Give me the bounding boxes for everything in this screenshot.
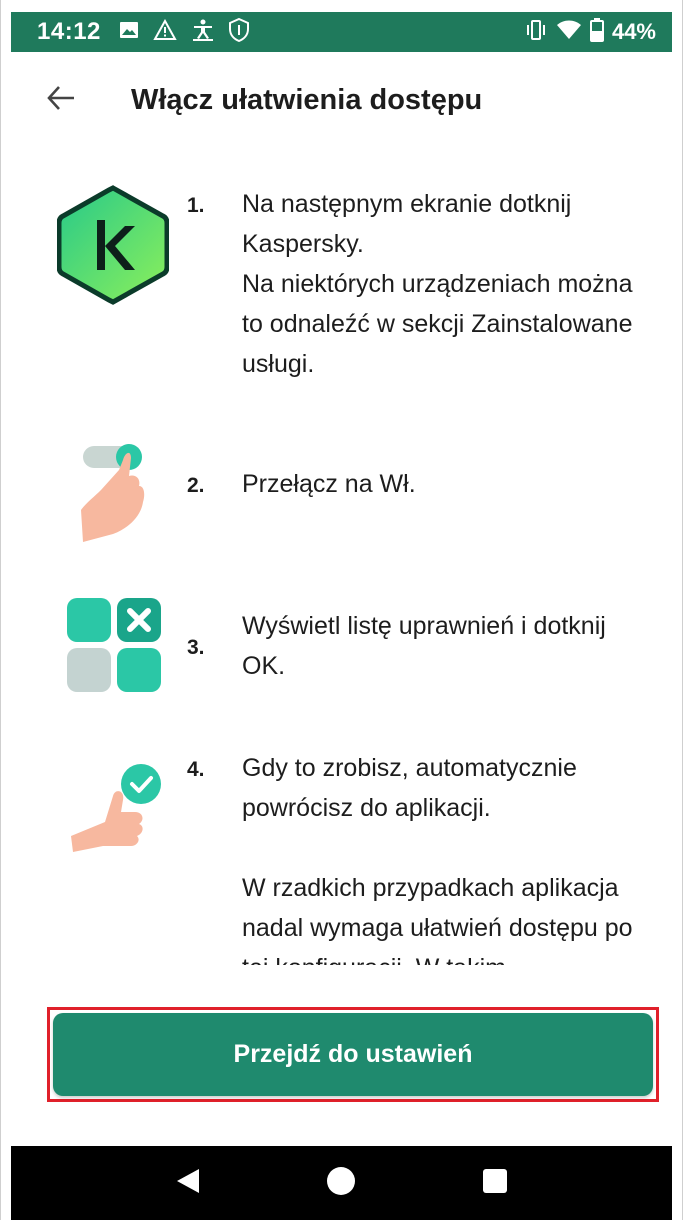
step-text: Gdy to zrobisz, automatycznie powrócisz … <box>242 748 652 965</box>
page-title: Włącz ułatwienia dostępu <box>131 83 483 116</box>
battery-percent: 44% <box>611 19 656 44</box>
toggle-hand-icon <box>79 430 159 550</box>
accessibility-person-icon <box>191 18 215 47</box>
phone-screen: 14:12 44% Włącz ułatwienia dostępu 1. Na… <box>0 0 683 1220</box>
shield-icon <box>228 17 249 47</box>
navigation-bar <box>11 1146 672 1220</box>
nav-home-button[interactable] <box>316 1158 366 1208</box>
status-time: 14:12 <box>37 18 101 45</box>
step-text: Wyświetl listę uprawnień i dotknij OK. <box>242 606 652 686</box>
nav-back-button[interactable] <box>163 1158 213 1208</box>
step-number: 4. <box>187 758 205 781</box>
back-triangle-icon <box>175 1167 201 1200</box>
step-line: Gdy to zrobisz, automatycznie powrócisz … <box>242 754 577 822</box>
warning-icon <box>153 18 177 46</box>
recents-square-icon <box>482 1168 508 1199</box>
status-icons-left <box>119 17 249 47</box>
step-line: W rzadkich przypadkach aplikacja nadal w… <box>242 874 633 965</box>
back-button[interactable] <box>31 70 91 130</box>
step-number: 2. <box>187 474 205 497</box>
vibrate-icon <box>524 19 548 46</box>
arrow-left-icon <box>46 85 76 116</box>
image-icon <box>119 20 139 45</box>
step-line: Na niektórych urządzeniach można to odna… <box>242 270 633 378</box>
app-bar: Włącz ułatwienia dostępu <box>11 52 672 148</box>
step-number: 3. <box>187 636 205 659</box>
nav-recents-button[interactable] <box>470 1158 520 1208</box>
step-line: Przełącz na Wł. <box>242 470 416 498</box>
home-circle-icon <box>326 1166 356 1201</box>
wifi-icon <box>556 19 582 46</box>
thumbs-up-check-icon <box>69 760 169 861</box>
step-number: 1. <box>187 194 205 217</box>
battery-icon <box>589 17 604 47</box>
step-text: Na następnym ekranie dotknij Kaspersky. … <box>242 184 652 384</box>
app-grid-icon <box>67 598 163 699</box>
kaspersky-logo-icon <box>56 184 170 311</box>
status-bar: 14:12 44% <box>11 12 672 52</box>
step-line: Wyświetl listę uprawnień i dotknij OK. <box>242 612 606 680</box>
go-to-settings-button[interactable]: Przejdź do ustawień <box>53 1013 653 1096</box>
step-line: Na następnym ekranie dotknij Kaspersky. <box>242 190 572 258</box>
status-icons-right: 44% <box>524 17 656 47</box>
step-text: Przełącz na Wł. <box>242 464 652 504</box>
steps-list: 1. Na następnym ekranie dotknij Kaspersk… <box>11 150 672 965</box>
